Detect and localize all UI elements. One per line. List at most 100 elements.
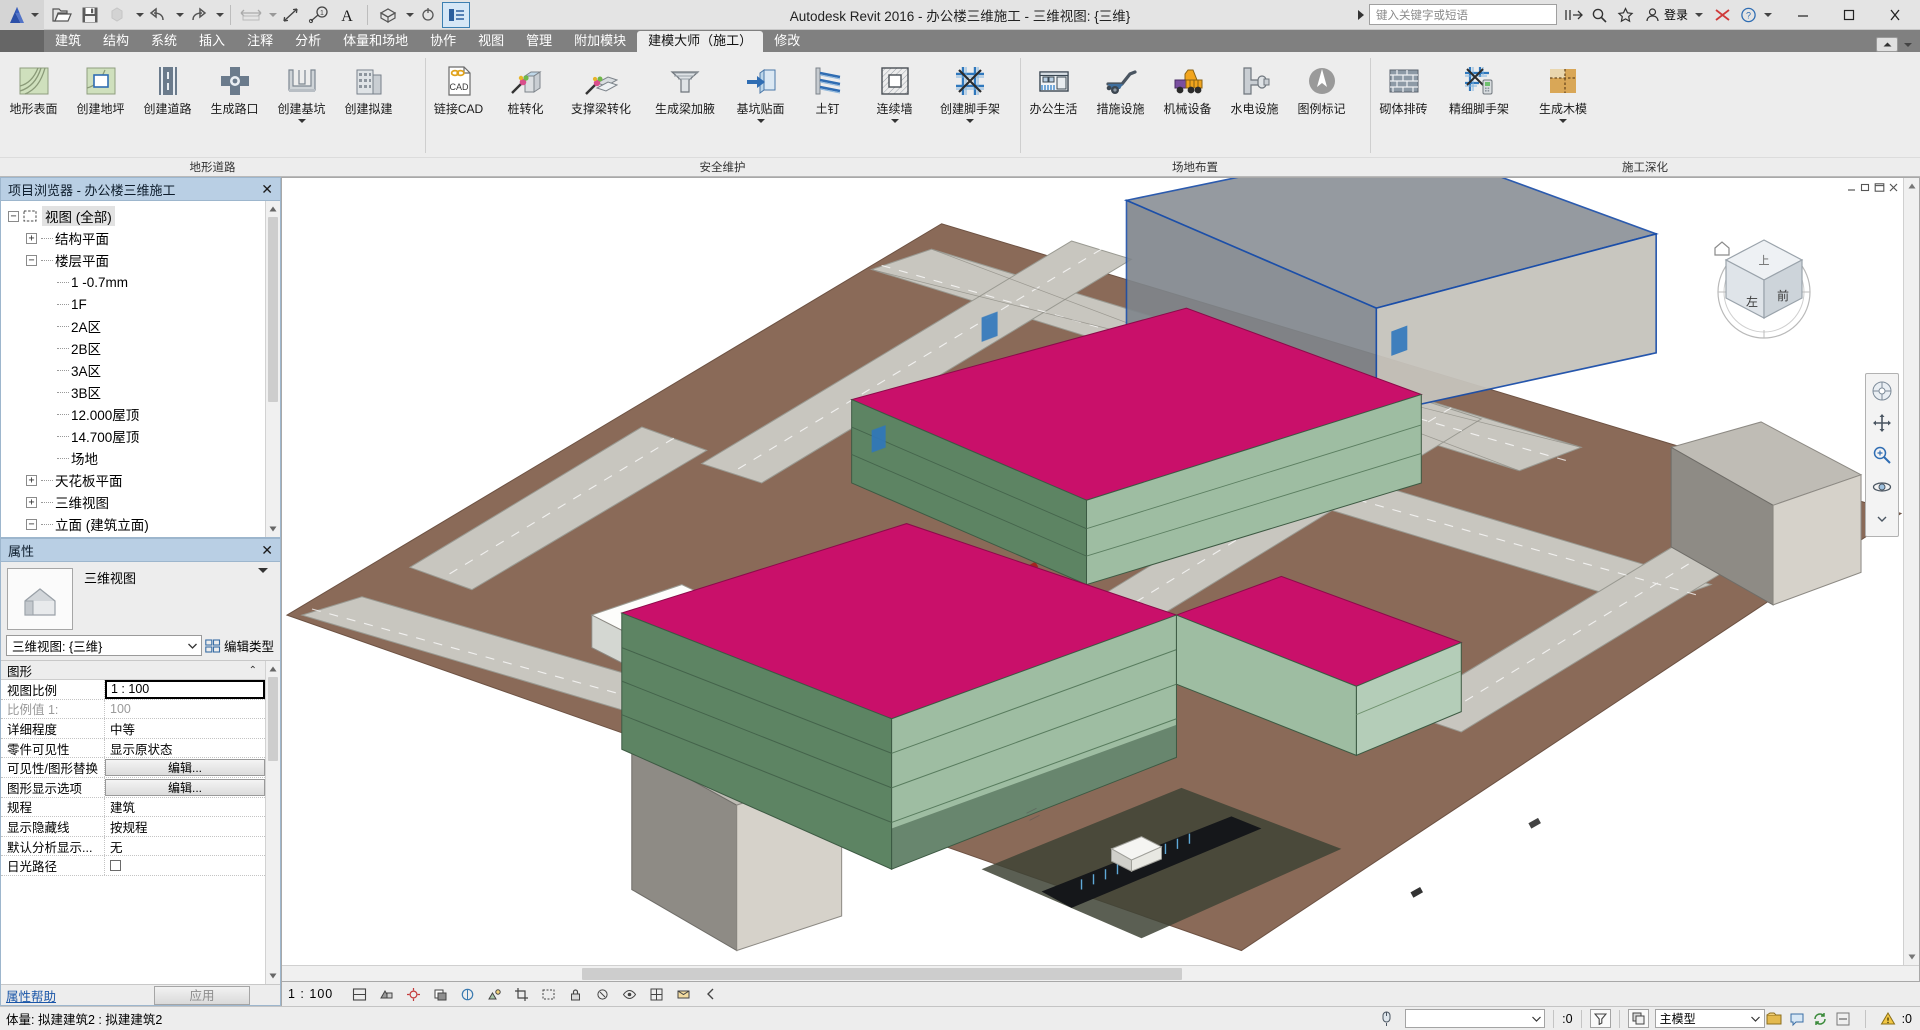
type-selector[interactable]: 三维视图 <box>1 562 280 635</box>
autodesk-360-icon[interactable] <box>1709 2 1735 28</box>
ribbon-button-utility[interactable]: 水电设施 <box>1221 59 1288 116</box>
view-close-icon[interactable] <box>1888 182 1899 193</box>
undo-icon[interactable] <box>144 2 172 28</box>
property-row-discipline[interactable]: 规程 建筑 <box>1 797 265 818</box>
tree-node-zone-3b[interactable]: 3B区 <box>6 381 265 403</box>
orbit-icon[interactable] <box>1869 474 1895 500</box>
canvas-vertical-scrollbar[interactable] <box>1903 178 1919 981</box>
favorites-star-icon[interactable] <box>1613 2 1639 28</box>
scroll-thumb[interactable] <box>268 677 278 761</box>
tree-node-zone-3a[interactable]: 3A区 <box>6 359 265 381</box>
tab-modeling-master[interactable]: 建模大师（施工） <box>637 31 764 52</box>
collapse-toggle-icon[interactable]: − <box>26 518 37 530</box>
tree-node-3d-views[interactable]: + 三维视图 <box>6 491 265 513</box>
view-scale-label[interactable]: 1 : 100 <box>288 987 341 1001</box>
property-value[interactable]: 显示原状态 <box>105 739 265 758</box>
default-3d-view-icon[interactable] <box>374 2 402 28</box>
chevron-down-icon[interactable] <box>1528 1016 1544 1022</box>
instance-selector-combo[interactable]: 三维视图: {三维} <box>6 635 202 656</box>
ribbon-minimize-caret-icon[interactable] <box>1904 42 1912 47</box>
tab-architecture[interactable]: 建筑 <box>44 31 92 52</box>
scroll-down-icon[interactable] <box>266 968 280 984</box>
help-search-input[interactable]: 键入关键字或短语 <box>1368 4 1557 25</box>
chevron-down-icon[interactable] <box>184 643 201 649</box>
ribbon-button-create-scaffold[interactable]: 创建脚手架 <box>928 59 1012 123</box>
tab-modify[interactable]: 修改 <box>763 31 811 52</box>
tree-node-floor-plans[interactable]: − 楼层平面 <box>6 249 265 271</box>
tree-node-ceiling-plans[interactable]: + 天花板平面 <box>6 469 265 491</box>
export-icon[interactable] <box>104 2 132 28</box>
ribbon-button-diaphragm-wall[interactable]: 连续墙 <box>861 59 928 123</box>
worksharing-display-icon[interactable] <box>648 986 665 1003</box>
edit-button[interactable]: 编辑... <box>105 778 265 796</box>
sync-icon[interactable] <box>1811 1010 1829 1028</box>
ribbon-button-generate-junction[interactable]: 生成路口 <box>201 59 268 116</box>
measure-icon[interactable] <box>237 2 265 28</box>
edit-type-button[interactable]: 编辑类型 <box>205 636 276 655</box>
ribbon-button-pile-convert[interactable]: 桩转化 <box>492 59 559 116</box>
ribbon-minimize-button[interactable] <box>1876 37 1898 52</box>
tab-annotate[interactable]: 注释 <box>236 31 284 52</box>
3d-caret-icon[interactable] <box>402 2 414 28</box>
help-icon[interactable]: ? <box>1735 2 1761 28</box>
tab-systems[interactable]: 系统 <box>140 31 188 52</box>
ribbon-button-pit-facing[interactable]: 基坑贴面 <box>727 59 794 123</box>
tree-node-level-1f[interactable]: 1F <box>6 293 265 315</box>
scroll-down-icon[interactable] <box>266 521 280 537</box>
undo-caret-icon[interactable] <box>172 2 184 28</box>
ribbon-button-create-proposed-building[interactable]: 创建拟建 <box>335 59 402 116</box>
design-options-icon[interactable] <box>1627 1009 1649 1028</box>
detail-level-icon[interactable] <box>351 986 368 1003</box>
tree-node-site[interactable]: 场地 <box>6 447 265 469</box>
tree-node-level-1-minus07[interactable]: 1 -0.7mm <box>6 271 265 293</box>
minimize-button[interactable] <box>1780 0 1826 29</box>
redo-caret-icon[interactable] <box>212 2 224 28</box>
worksets-icon[interactable] <box>1765 1010 1783 1028</box>
ribbon-button-link-cad[interactable]: CAD 链接CAD <box>425 59 492 116</box>
chevron-down-icon[interactable] <box>890 119 899 123</box>
ribbon-button-machinery[interactable]: 机械设备 <box>1154 59 1221 116</box>
pan-icon[interactable] <box>1869 410 1895 436</box>
text-icon[interactable]: A <box>333 2 361 28</box>
tree-node-zone-2a[interactable]: 2A区 <box>6 315 265 337</box>
tab-massing-site[interactable]: 体量和场地 <box>332 31 419 52</box>
properties-help-link[interactable]: 属性帮助 <box>1 986 56 1005</box>
view-minimize-icon[interactable] <box>1846 182 1857 193</box>
browser-scrollbar[interactable] <box>265 201 280 537</box>
property-value[interactable]: 编辑... <box>105 758 265 777</box>
property-row-default-analysis-display[interactable]: 默认分析显示... 无 <box>1 836 265 857</box>
tree-node-elevations[interactable]: − 立面 (建筑立面) <box>6 513 265 535</box>
scroll-track[interactable] <box>266 217 280 521</box>
warning-icon[interactable] <box>1879 1010 1897 1028</box>
maximize-button[interactable] <box>1826 0 1872 29</box>
view-restore-icon[interactable] <box>1860 182 1871 193</box>
crop-view-icon[interactable] <box>513 986 530 1003</box>
property-row-parts-visibility[interactable]: 零件可见性 显示原状态 <box>1 738 265 759</box>
temporary-hide-isolate-icon[interactable] <box>594 986 611 1003</box>
chevron-down-icon[interactable] <box>1748 1016 1764 1022</box>
help-search-icon[interactable] <box>1587 2 1613 28</box>
property-row-show-hidden-lines[interactable]: 显示隐藏线 按规程 <box>1 817 265 837</box>
expand-toggle-icon[interactable]: + <box>26 474 37 486</box>
aligned-dimension-icon[interactable] <box>277 2 305 28</box>
tab-view[interactable]: 视图 <box>467 31 515 52</box>
lock-3d-view-icon[interactable] <box>567 986 584 1003</box>
property-value[interactable]: 建筑 <box>105 798 265 817</box>
sc-down-icon[interactable] <box>1904 949 1919 965</box>
ribbon-button-brace-beam-convert[interactable]: 支撑梁转化 <box>559 59 643 116</box>
redo-icon[interactable] <box>184 2 212 28</box>
navigation-bar[interactable] <box>1865 373 1899 537</box>
editing-requests-icon[interactable] <box>1788 1010 1806 1028</box>
ribbon-button-create-pit[interactable]: 创建基坑 <box>268 59 335 123</box>
render-icon[interactable] <box>486 986 503 1003</box>
project-browser-tree[interactable]: − 视图 (全部) + 结构平面 − 楼层平面 1 -0.7mm 1F 2A区 … <box>1 201 265 537</box>
selection-filter-dropdown[interactable] <box>1405 1009 1546 1028</box>
property-row-graphic-display-options[interactable]: 图形显示选项 编辑... <box>1 777 265 798</box>
scroll-thumb[interactable] <box>268 217 278 402</box>
property-value[interactable]: 1 : 100 <box>105 680 265 699</box>
type-dropdown-caret-icon[interactable] <box>258 568 268 573</box>
property-row-sun-path[interactable]: 日光路径 <box>1 856 265 876</box>
tab-addins[interactable]: 附加模块 <box>563 31 637 52</box>
view-cube[interactable]: 左 前 上 <box>1699 218 1829 348</box>
shadows-icon[interactable] <box>432 986 449 1003</box>
